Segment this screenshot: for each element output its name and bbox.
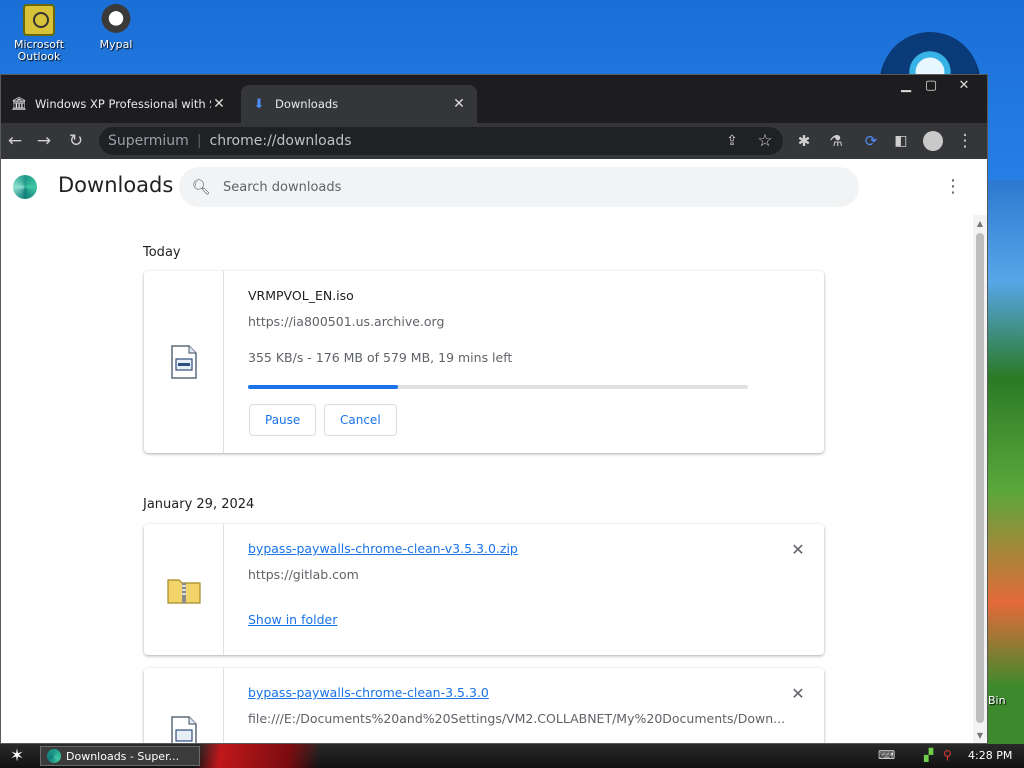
taskbar-button-downloads[interactable]: Downloads - Super... (40, 746, 200, 766)
download-progress-bar (248, 385, 748, 389)
browser-menu-icon[interactable]: ⋮ (951, 127, 979, 155)
zip-folder-icon (166, 578, 201, 604)
keyboard-tray-icon[interactable]: ⌨ (878, 748, 895, 762)
taskbar-button-label: Downloads - Super... (66, 749, 180, 763)
file-name: VRMPVOL_EN.iso (248, 288, 354, 303)
download-item-body: VRMPVOL_EN.iso https://ia800501.us.archi… (248, 271, 824, 453)
labs-flask-icon[interactable]: ⚗ (822, 127, 850, 155)
disc-image-file-icon (170, 345, 197, 379)
download-item: bypass-paywalls-chrome-clean-3.5.3.0 fil… (144, 668, 824, 743)
tab-windows-xp[interactable]: 🏛 Windows XP Professional with Servi ✕ (1, 85, 237, 123)
file-icon-column (144, 524, 224, 655)
forward-button[interactable]: → (30, 127, 58, 155)
date-heading-today: Today (143, 245, 181, 260)
scroll-down-icon[interactable]: ▼ (973, 729, 987, 743)
library-icon: 🏛 (11, 96, 28, 112)
share-icon[interactable]: ⇪ (718, 127, 746, 155)
scroll-up-icon[interactable]: ▲ (973, 217, 987, 231)
extensions-icon[interactable]: ✱ (790, 127, 818, 155)
search-box[interactable]: 🔍︎ (179, 167, 859, 207)
file-source-url[interactable]: https://gitlab.com (248, 567, 359, 582)
tab-downloads[interactable]: ⬇ Downloads ✕ (241, 85, 477, 123)
cancel-button[interactable]: Cancel (324, 404, 397, 436)
desktop-icon-label: Microsoft Outlook (13, 38, 65, 63)
file-source-url[interactable]: https://ia800501.us.archive.org (248, 314, 444, 329)
pause-button[interactable]: Pause (249, 404, 317, 436)
tab-close-icon[interactable]: ✕ (211, 96, 227, 112)
remove-from-list-icon[interactable]: ✕ (786, 682, 810, 706)
download-item: bypass-paywalls-chrome-clean-v3.5.3.0.zi… (144, 524, 824, 655)
mypal-icon (100, 4, 132, 36)
desktop-icon-outlook[interactable]: Microsoft Outlook (0, 4, 79, 63)
recycle-bin-label[interactable]: Bin (988, 694, 1006, 707)
file-source-url[interactable]: file:///E:/Documents%20and%20Settings/VM… (248, 711, 785, 726)
show-in-folder-link[interactable]: Show in folder (248, 612, 337, 627)
site-label: Supermium (108, 133, 189, 149)
download-item-body: bypass-paywalls-chrome-clean-3.5.3.0 fil… (248, 668, 824, 743)
desktop-wallpaper-scene (988, 180, 1024, 744)
download-item-body: bypass-paywalls-chrome-clean-v3.5.3.0.zi… (248, 524, 824, 655)
file-icon-column (144, 271, 224, 453)
outlook-icon (23, 4, 55, 36)
network-tray-icon[interactable]: ▞ (924, 748, 933, 762)
download-item: VRMPVOL_EN.iso https://ia800501.us.archi… (144, 271, 824, 453)
supermium-logo-icon (13, 175, 37, 199)
reload-button[interactable]: ↻ (62, 127, 90, 155)
tab-close-icon[interactable]: ✕ (451, 96, 467, 112)
more-actions-icon[interactable]: ⋮ (941, 173, 965, 201)
url-text: chrome://downloads (209, 133, 352, 149)
date-heading-jan-29: January 29, 2024 (143, 497, 255, 512)
downloads-header: Downloads 🔍︎ ⋮ (1, 159, 987, 215)
download-progress-icon[interactable]: ⟳ (857, 127, 885, 155)
bookmark-star-icon[interactable]: ☆ (751, 127, 779, 155)
search-input[interactable] (223, 179, 823, 195)
download-status: 355 KB/s - 176 MB of 579 MB, 19 mins lef… (248, 350, 513, 365)
scrollbar-thumb[interactable] (976, 233, 984, 723)
taskbar-clock: 4:28 PM (968, 749, 1013, 762)
file-name-link[interactable]: bypass-paywalls-chrome-clean-v3.5.3.0.zi… (248, 541, 518, 556)
page-scrollbar[interactable]: ▲ ▼ (973, 215, 987, 743)
tab-title: Windows XP Professional with Servi (35, 97, 211, 111)
browser-window: 🏛 Windows XP Professional with Servi ✕ ⬇… (0, 74, 988, 744)
back-button[interactable]: ← (1, 127, 29, 155)
address-bar[interactable]: Supermium | chrome://downloads (99, 127, 783, 155)
tab-strip: 🏛 Windows XP Professional with Servi ✕ ⬇… (1, 75, 987, 123)
start-button-icon[interactable]: ✶ (6, 746, 28, 766)
search-tray-icon[interactable]: ⚲ (943, 748, 952, 762)
desktop-icon-label: Mypal (99, 38, 133, 51)
download-icon: ⬇ (253, 96, 265, 112)
tab-title: Downloads (275, 97, 339, 111)
desktop-icon-mypal[interactable]: Mypal (76, 4, 156, 51)
close-window-button[interactable]: ✕ (949, 75, 979, 95)
supermium-icon (47, 749, 61, 763)
file-name-link[interactable]: bypass-paywalls-chrome-clean-3.5.3.0 (248, 685, 489, 700)
profile-avatar-icon[interactable] (919, 127, 947, 155)
search-icon: 🔍︎ (191, 178, 211, 196)
file-icon-column (144, 668, 224, 743)
download-progress-fill (248, 385, 398, 389)
generic-file-icon (170, 716, 197, 743)
page-title: Downloads (58, 173, 174, 197)
omnibox-divider: | (196, 133, 202, 149)
browser-toolbar: ← → ↻ Supermium | chrome://downloads ⇪ ☆… (1, 123, 987, 159)
taskbar: ✶ Downloads - Super... ⌨ ▞ ⚲ 4:28 PM (0, 744, 1024, 768)
downloads-page: Downloads 🔍︎ ⋮ ▲ ▼ Today (1, 159, 987, 743)
maximize-button[interactable]: ▢ (916, 75, 946, 95)
side-panel-icon[interactable]: ◧ (887, 127, 915, 155)
remove-from-list-icon[interactable]: ✕ (786, 538, 810, 562)
